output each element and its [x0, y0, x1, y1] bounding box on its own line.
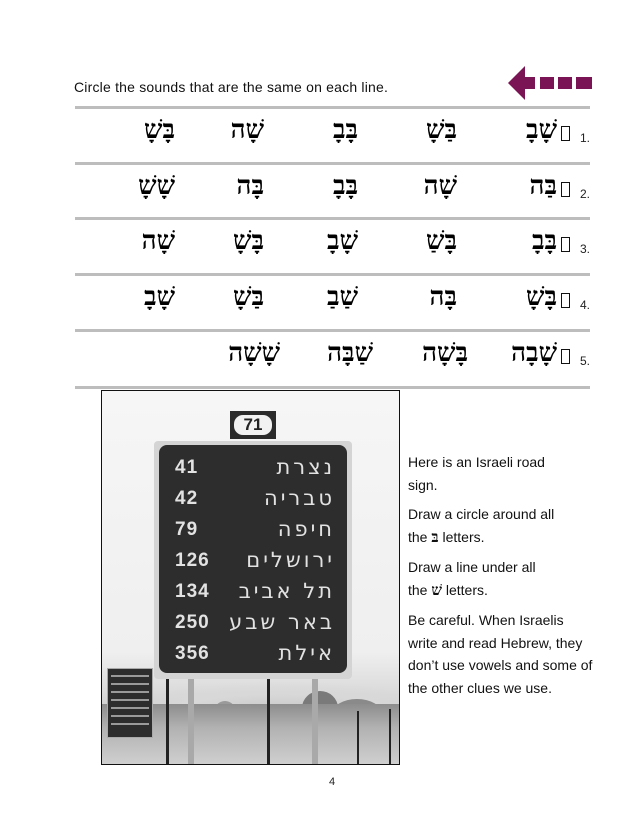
road-sign-photo: 71 41 נצרת 42 טבריה 79 חיפה 126 ירושלים — [101, 390, 400, 765]
text: letters. — [438, 528, 485, 545]
sign-text-line — [111, 707, 149, 709]
arrow-dash — [558, 77, 572, 89]
hebrew-letter-shin: שׁ — [431, 580, 442, 599]
sign-text-line — [111, 723, 149, 725]
row-number: 5. — [579, 354, 590, 368]
route-number-plate: 71 — [230, 411, 276, 439]
destination-city: חיפה — [277, 517, 335, 541]
sign-text-line — [111, 715, 149, 717]
destination-distance: 250 — [175, 612, 210, 633]
exercise-row-3: 3. בָּבָ בָּשַׁ שָׁבָ בָּשָׁ שָׁה — [75, 220, 590, 272]
destination-sign: 41 נצרת 42 טבריה 79 חיפה 126 ירושלים 134 — [154, 441, 352, 679]
option-syllable[interactable]: שָׁבָ — [144, 282, 175, 312]
destination-distance: 126 — [175, 550, 210, 571]
sign-destination: 41 נצרת — [159, 455, 347, 485]
checkbox[interactable] — [561, 237, 570, 252]
option-syllable[interactable]: בַּשָׁ — [426, 115, 457, 145]
exercise-row-5: 5. שָׁבָה בָּשָׁה שַׁבָּה שָׁשָׁה — [75, 332, 590, 384]
target-syllable[interactable]: שָׁבָ — [526, 115, 557, 145]
destination-city: טבריה — [263, 486, 335, 510]
checkbox[interactable] — [561, 293, 570, 308]
target-syllable[interactable]: בַּה — [530, 171, 558, 201]
fence-post — [389, 709, 391, 764]
route-number: 71 — [234, 415, 272, 435]
row-number: 4. — [579, 298, 590, 312]
option-syllable[interactable]: שָׁבָ — [327, 226, 358, 256]
option-syllable[interactable]: שָׁה — [231, 115, 264, 145]
paragraph-caution: Be careful. When Israelis write and read… — [408, 612, 593, 696]
sign-destination: 126 ירושלים — [159, 548, 347, 578]
destination-distance: 42 — [175, 488, 199, 509]
option-syllable[interactable]: בָּשָׁ — [233, 226, 264, 256]
option-syllable[interactable]: שָׁשָׁ — [138, 171, 175, 201]
hebrew-letter-bet: בּ — [431, 527, 439, 546]
destination-city: תל אביב — [238, 579, 335, 603]
instruction-text: Circle the sounds that are the same on e… — [74, 79, 389, 95]
option-syllable[interactable]: שָׁשָׁה — [228, 338, 280, 368]
arrow-dash — [540, 77, 554, 89]
option-syllable[interactable]: שָׁה — [424, 171, 457, 201]
option-syllable[interactable]: בָּבָ — [333, 115, 358, 145]
sign-text-line — [111, 675, 149, 677]
target-syllable[interactable]: בָּשָׁ — [526, 282, 557, 312]
row-number: 1. — [579, 131, 590, 145]
checkbox[interactable] — [561, 349, 570, 364]
option-syllable[interactable]: בָּבָ — [333, 171, 358, 201]
row-number: 2. — [579, 187, 590, 201]
paragraph-underline-instruction: Draw a line under all the שׁ letters. — [408, 556, 548, 601]
arrow-dash — [523, 77, 535, 89]
paragraph-road-sign: Here is an Israeli road sign. — [408, 454, 545, 493]
target-syllable[interactable]: שָׁבָה — [511, 338, 557, 368]
destination-city: אילת — [278, 641, 335, 665]
option-syllable[interactable]: בָּשַׁ — [426, 226, 457, 256]
option-syllable[interactable]: בָּשָׁ — [144, 115, 175, 145]
destination-city: נצרת — [276, 455, 335, 479]
sign-text-line — [111, 699, 149, 701]
sign-destination: 250 באר שבע — [159, 610, 347, 640]
exercise-row-4: 4. בָּשָׁ בָּה שַׁבַ בַּשָׁ שָׁבָ — [75, 276, 590, 328]
option-syllable[interactable]: בָּה — [237, 171, 265, 201]
destination-distance: 134 — [175, 581, 210, 602]
sign-post — [188, 671, 194, 764]
destination-city: באר שבע — [229, 610, 335, 634]
option-syllable[interactable]: בַּשָׁ — [233, 282, 264, 312]
paragraph-circle-instruction: Draw a circle around all the בּ letters. — [408, 503, 568, 548]
arrow-dash — [576, 77, 592, 89]
destination-distance: 41 — [175, 457, 199, 478]
arrow-head — [508, 66, 525, 100]
sign-destination: 42 טבריה — [159, 486, 347, 516]
option-syllable[interactable]: שַׁבָּה — [327, 338, 373, 368]
sign-panel: 41 נצרת 42 טבריה 79 חיפה 126 ירושלים 134 — [159, 445, 347, 673]
sign-post — [312, 671, 318, 764]
exercise-row-1: 1. שָׁבָ בַּשָׁ בָּבָ שָׁה בָּשָׁ — [75, 109, 590, 161]
checkbox[interactable] — [561, 182, 570, 197]
destination-distance: 79 — [175, 519, 199, 540]
sign-destination: 79 חיפה — [159, 517, 347, 547]
option-syllable[interactable]: בָּשָׁה — [422, 338, 468, 368]
sign-destination: 134 תל אביב — [159, 579, 347, 609]
option-syllable[interactable]: שָׁה — [142, 226, 175, 256]
page-number: 4 — [329, 776, 336, 788]
arabic-road-sign — [107, 668, 153, 738]
sign-destination: 356 אילת — [159, 641, 347, 671]
option-syllable[interactable]: שַׁבַ — [327, 282, 358, 312]
row-number: 3. — [579, 242, 590, 256]
destination-distance: 356 — [175, 643, 210, 664]
sign-post — [166, 671, 169, 764]
option-syllable[interactable]: בָּה — [430, 282, 458, 312]
destination-city: ירושלים — [246, 548, 335, 572]
fence-post — [357, 711, 359, 764]
sign-text-line — [111, 691, 149, 693]
sign-post — [267, 671, 270, 764]
target-syllable[interactable]: בָּבָ — [532, 226, 557, 256]
sign-text-line — [111, 683, 149, 685]
checkbox[interactable] — [561, 126, 570, 141]
left-arrow-icon[interactable] — [508, 66, 594, 100]
exercise-row-2: 2. בַּה שָׁה בָּבָ בָּה שָׁשָׁ — [75, 165, 590, 217]
row-divider — [75, 386, 590, 389]
text: letters. — [441, 581, 488, 598]
